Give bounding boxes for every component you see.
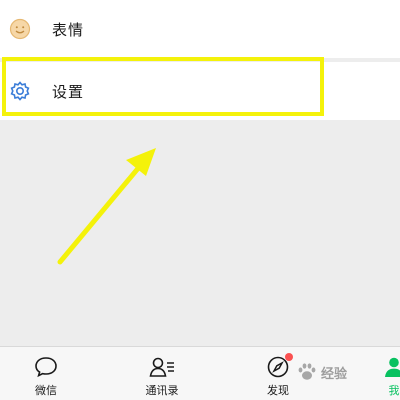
tab-discover[interactable]: 发现 (248, 347, 308, 400)
tab-label: 发现 (267, 384, 289, 397)
contacts-icon (148, 354, 176, 380)
chat-bubble-icon (32, 354, 60, 380)
wechat-me-screen: 表情 设置 微信 通讯录 发现 我 经验 (0, 0, 400, 400)
gear-icon (8, 79, 32, 103)
compass-icon (264, 353, 293, 380)
tab-contacts[interactable]: 通讯录 (132, 347, 192, 400)
menu-item-settings[interactable]: 设置 (0, 62, 400, 120)
emoji-face-icon (8, 17, 32, 41)
menu-item-label: 表情 (52, 20, 85, 39)
menu-item-emoji[interactable]: 表情 (0, 0, 400, 58)
tab-label: 微信 (35, 384, 57, 397)
menu-item-label: 设置 (52, 82, 85, 101)
tab-me[interactable]: 我 (364, 347, 400, 400)
bottom-tab-bar: 微信 通讯录 发现 我 (0, 346, 400, 400)
tab-label: 通讯录 (145, 384, 179, 397)
person-icon (380, 354, 400, 380)
notification-dot (285, 353, 293, 361)
tab-label: 我 (388, 384, 400, 397)
tab-chats[interactable]: 微信 (16, 347, 76, 400)
